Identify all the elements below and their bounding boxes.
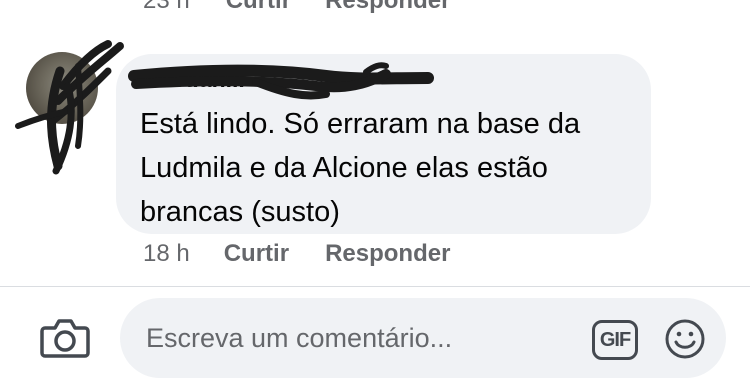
- divider: [0, 286, 750, 287]
- camera-icon[interactable]: [40, 316, 90, 360]
- gif-label: GIF: [599, 328, 631, 351]
- redaction-scribble: [15, 40, 124, 175]
- comment-input[interactable]: [146, 318, 586, 358]
- comment-actions: 18 h Curtir Responder: [143, 236, 486, 272]
- avatar[interactable]: [15, 40, 124, 175]
- previous-comment-actions: 23 h Curtir Responder: [143, 0, 484, 16]
- gif-button[interactable]: GIF: [592, 320, 638, 360]
- previous-like-button[interactable]: Curtir: [226, 0, 291, 15]
- smiley-icon[interactable]: [664, 318, 706, 360]
- comment-timestamp: 18 h: [143, 240, 190, 267]
- comment-bubble: Cristian... Está lindo. Só erraram na ba…: [116, 54, 651, 234]
- previous-comment-timestamp: 23 h: [143, 0, 190, 14]
- like-button[interactable]: Curtir: [224, 240, 289, 268]
- reply-button[interactable]: Responder: [325, 240, 450, 268]
- comment-text: Está lindo. Só erraram na base da Ludmil…: [140, 108, 581, 228]
- comment-composer: GIF: [120, 298, 726, 378]
- previous-reply-button[interactable]: Responder: [325, 0, 450, 15]
